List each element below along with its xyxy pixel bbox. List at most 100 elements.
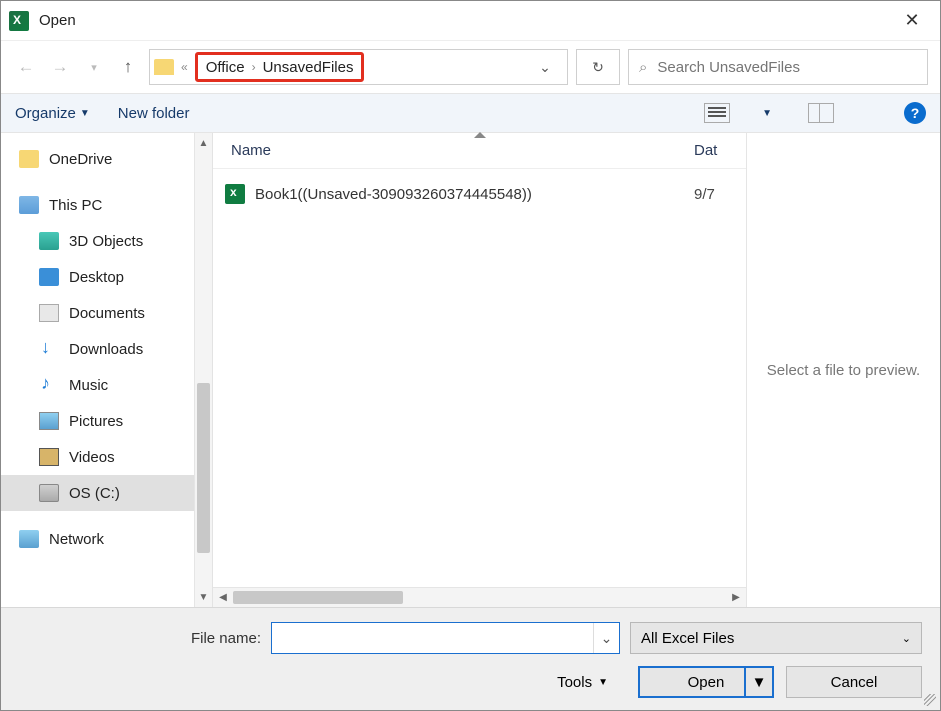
sidebar-item-os-c-[interactable]: OS (C:) <box>1 475 212 511</box>
nav-back-button: ← <box>13 54 39 80</box>
tools-label: Tools <box>557 674 592 691</box>
scroll-left-icon[interactable]: ◀ <box>213 588 233 607</box>
sort-ascending-icon <box>474 132 486 138</box>
pc-icon <box>19 196 39 214</box>
sidebar-item-label: OS (C:) <box>69 485 120 502</box>
new-folder-button[interactable]: New folder <box>118 105 190 122</box>
breadcrumb-highlighted: Office › UnsavedFiles <box>195 52 365 82</box>
sidebar-item-pictures[interactable]: Pictures <box>1 403 212 439</box>
music-icon <box>39 376 59 394</box>
sidebar-item-label: This PC <box>49 197 102 214</box>
filename-label: File name: <box>19 630 261 647</box>
preview-placeholder: Select a file to preview. <box>767 362 920 379</box>
chevron-down-icon: ▼ <box>80 108 90 119</box>
sidebar-item-label: Desktop <box>69 269 124 286</box>
folder-icon <box>154 59 174 75</box>
sidebar-item-3d-objects[interactable]: 3D Objects <box>1 223 212 259</box>
vid-icon <box>39 448 59 466</box>
sidebar-item-desktop[interactable]: Desktop <box>1 259 212 295</box>
filetype-filter[interactable]: All Excel Files ⌄ <box>630 622 922 654</box>
address-dropdown[interactable]: ⌄ <box>527 50 563 84</box>
help-button[interactable]: ? <box>904 102 926 124</box>
scrollbar-thumb[interactable] <box>197 383 210 553</box>
net-icon <box>19 530 39 548</box>
dl-icon <box>39 340 59 358</box>
column-header-date[interactable]: Dat <box>694 142 734 159</box>
nav-up-button[interactable]: ↑ <box>115 54 141 80</box>
excel-app-icon <box>9 11 29 31</box>
file-row[interactable]: Book1((Unsaved-309093260374445548)) 9/7 <box>225 177 734 211</box>
sidebar-scrollbar[interactable]: ▲ ▼ <box>194 133 212 607</box>
breadcrumb-unsavedfiles[interactable]: UnsavedFiles <box>259 57 358 78</box>
address-row: ← → ▾ ↑ « Office › UnsavedFiles ⌄ ↻ ⌕ <box>1 41 940 93</box>
file-list: Book1((Unsaved-309093260374445548)) 9/7 <box>213 169 746 587</box>
main-area: OneDrive This PC 3D Objects Desktop Document… <box>1 133 940 607</box>
sidebar-item-label: Downloads <box>69 341 143 358</box>
address-bar[interactable]: « Office › UnsavedFiles ⌄ <box>149 49 568 85</box>
excel-file-icon <box>225 184 245 204</box>
column-headers: Name Dat <box>213 133 746 169</box>
breadcrumb-office[interactable]: Office <box>202 57 249 78</box>
sidebar-item-this-pc[interactable]: This PC <box>1 187 212 223</box>
sidebar-item-label: Network <box>49 531 104 548</box>
organize-label: Organize <box>15 105 76 122</box>
sidebar-item-network[interactable]: Network <box>1 521 212 557</box>
filetype-filter-label: All Excel Files <box>641 630 734 647</box>
search-input[interactable] <box>657 59 917 76</box>
horizontal-scrollbar[interactable]: ◀ ▶ <box>213 587 746 607</box>
preview-pane-button[interactable] <box>808 103 834 123</box>
sidebar-item-videos[interactable]: Videos <box>1 439 212 475</box>
docs-icon <box>39 304 59 322</box>
file-list-pane: Name Dat Book1((Unsaved-3090932603744455… <box>213 133 746 607</box>
sidebar-item-label: OneDrive <box>49 151 112 168</box>
column-header-name[interactable]: Name <box>225 142 694 159</box>
sidebar-item-label: Pictures <box>69 413 123 430</box>
titlebar: Open ✕ <box>1 1 940 41</box>
resize-grip[interactable] <box>924 694 936 706</box>
3d-icon <box>39 232 59 250</box>
navigation-pane: OneDrive This PC 3D Objects Desktop Document… <box>1 133 213 607</box>
footer-panel: File name: ⌄ All Excel Files ⌄ Tools ▼ O… <box>1 607 940 710</box>
search-box[interactable]: ⌕ <box>628 49 928 85</box>
filename-combobox[interactable]: ⌄ <box>271 622 620 654</box>
file-name: Book1((Unsaved-309093260374445548)) <box>255 186 684 203</box>
cancel-button-label: Cancel <box>831 674 878 691</box>
open-button-label: Open <box>688 674 725 691</box>
window-title: Open <box>39 12 76 29</box>
desk-icon <box>39 268 59 286</box>
cancel-button[interactable]: Cancel <box>786 666 922 698</box>
sidebar-item-onedrive[interactable]: OneDrive <box>1 141 212 177</box>
file-date: 9/7 <box>694 186 734 203</box>
pic-icon <box>39 412 59 430</box>
scroll-down-icon[interactable]: ▼ <box>195 587 212 607</box>
sidebar-item-label: Documents <box>69 305 145 322</box>
scroll-right-icon[interactable]: ▶ <box>726 588 746 607</box>
view-mode-button[interactable] <box>704 103 730 123</box>
sidebar-item-downloads[interactable]: Downloads <box>1 331 212 367</box>
sidebar-item-documents[interactable]: Documents <box>1 295 212 331</box>
drive-icon <box>39 484 59 502</box>
toolbar: Organize ▼ New folder ▼ ? <box>1 93 940 133</box>
organize-button[interactable]: Organize ▼ <box>15 105 90 122</box>
breadcrumb-prefix: « <box>178 60 191 74</box>
scroll-up-icon[interactable]: ▲ <box>195 133 212 153</box>
view-mode-dropdown[interactable]: ▼ <box>762 108 772 119</box>
refresh-button[interactable]: ↻ <box>576 49 620 85</box>
nav-recent-dropdown[interactable]: ▾ <box>81 54 107 80</box>
open-button[interactable]: Open ▼ <box>638 666 774 698</box>
chevron-down-icon: ▼ <box>598 677 608 688</box>
sidebar-item-label: Videos <box>69 449 115 466</box>
tools-menu[interactable]: Tools ▼ <box>557 674 608 691</box>
filename-dropdown[interactable]: ⌄ <box>593 623 619 653</box>
open-split-dropdown[interactable]: ▼ <box>744 668 772 696</box>
nav-forward-button: → <box>47 54 73 80</box>
filename-input[interactable] <box>272 630 593 647</box>
close-icon[interactable]: ✕ <box>892 1 932 41</box>
folder-icon <box>19 150 39 168</box>
sidebar-item-music[interactable]: Music <box>1 367 212 403</box>
search-icon: ⌕ <box>639 59 647 76</box>
preview-pane: Select a file to preview. <box>746 133 940 607</box>
chevron-right-icon: › <box>249 60 259 74</box>
hscroll-thumb[interactable] <box>233 591 403 604</box>
sidebar-item-label: Music <box>69 377 108 394</box>
